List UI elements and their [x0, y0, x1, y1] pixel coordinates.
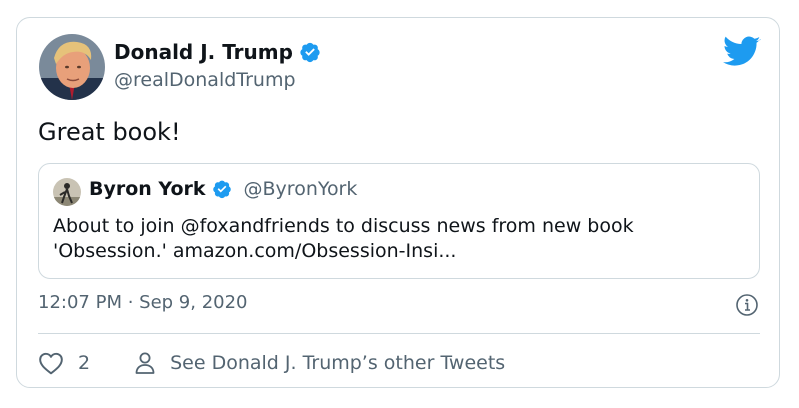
like-count: 2 — [78, 352, 91, 374]
tweet-actions: 2 See Donald J. Trump’s other Tweets — [38, 348, 505, 378]
author-handle[interactable]: @realDonaldTrump — [114, 69, 296, 91]
author-name-text[interactable]: Donald J. Trump — [114, 40, 293, 64]
quoted-author-name[interactable]: Byron York — [89, 178, 206, 200]
quoted-tweet[interactable]: Byron York @ByronYork About to join @fox… — [38, 163, 760, 279]
quoted-tweet-text: About to join @foxandfriends to discuss … — [53, 214, 743, 264]
see-other-tweets-label: See Donald J. Trump’s other Tweets — [170, 352, 506, 374]
twitter-bird-icon[interactable] — [723, 36, 761, 68]
heart-icon — [39, 352, 63, 375]
tweet-text: Great book! — [38, 118, 181, 146]
quoted-author-avatar[interactable] — [53, 178, 81, 206]
verified-badge-icon — [212, 180, 231, 199]
tweet-timestamp[interactable]: 12:07 PM · Sep 9, 2020 — [38, 292, 248, 313]
divider — [38, 333, 760, 334]
quoted-author-handle[interactable]: @ByronYork — [244, 178, 358, 200]
verified-badge-icon — [300, 42, 320, 63]
quoted-tweet-text-line: About to join @foxandfriends to discuss … — [53, 215, 634, 237]
see-other-tweets-link[interactable]: See Donald J. Trump’s other Tweets — [134, 351, 505, 375]
quoted-tweet-text-line: 'Obsession.' amazon.com/Obsession-Insi..… — [53, 240, 457, 262]
author-avatar[interactable] — [39, 34, 105, 100]
person-icon — [135, 352, 155, 374]
author-name[interactable]: Donald J. Trump — [114, 40, 321, 64]
info-icon[interactable] — [735, 293, 759, 317]
tweet-card: Donald J. Trump @realDonaldTrump Great b… — [16, 17, 780, 388]
like-button[interactable]: 2 — [38, 351, 134, 375]
quoted-tweet-header: Byron York @ByronYork — [89, 178, 357, 200]
